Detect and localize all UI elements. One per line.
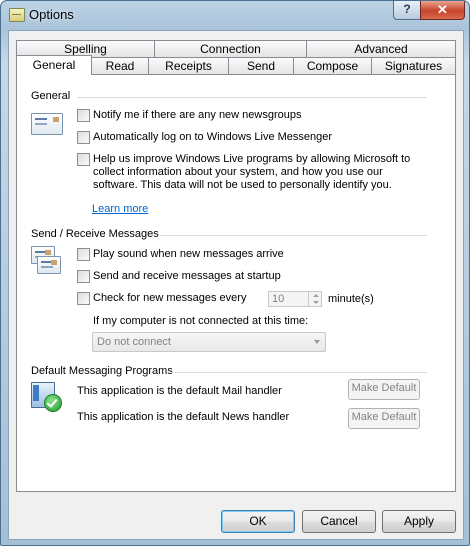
cancel-button[interactable]: Cancel <box>302 510 376 533</box>
chevron-down-icon <box>314 340 320 344</box>
general-group-heading: General <box>31 90 71 102</box>
tab-compose[interactable]: Compose <box>293 57 372 74</box>
check-new-messages-label: Check for new messages every <box>93 292 247 304</box>
title-bar[interactable]: Options ? ✕ <box>1 1 469 29</box>
make-default-news-button[interactable]: Make Default <box>348 408 420 429</box>
send-receive-group-divider <box>160 235 427 236</box>
auto-logon-messenger-label: Automatically log on to Windows Live Mes… <box>93 131 333 143</box>
tab-receipts[interactable]: Receipts <box>148 57 229 74</box>
check-new-messages-checkbox[interactable] <box>77 292 90 305</box>
play-sound-label: Play sound when new messages arrive <box>93 248 284 260</box>
default-programs-group-divider <box>171 372 427 373</box>
close-button[interactable]: ✕ <box>420 1 465 20</box>
not-connected-label: If my computer is not connected at this … <box>93 315 309 327</box>
auto-logon-messenger-checkbox[interactable] <box>77 131 90 144</box>
apply-button[interactable]: Apply <box>382 510 456 533</box>
help-button[interactable]: ? <box>393 1 421 20</box>
chevron-down-icon[interactable] <box>313 301 319 304</box>
notify-newsgroups-label: Notify me if there are any new newsgroup… <box>93 109 302 121</box>
help-improve-checkbox[interactable] <box>77 153 90 166</box>
chevron-up-icon[interactable] <box>313 294 319 297</box>
options-app-icon <box>9 8 25 22</box>
tab-advanced[interactable]: Advanced <box>306 40 456 57</box>
tab-read[interactable]: Read <box>91 57 149 74</box>
tab-signatures[interactable]: Signatures <box>371 57 456 74</box>
check-interval-input[interactable]: 10 <box>268 291 309 307</box>
general-group-divider <box>77 97 427 98</box>
learn-more-link[interactable]: Learn more <box>92 203 148 215</box>
not-connected-select[interactable]: Do not connect <box>92 332 326 352</box>
interval-unit-label: minute(s) <box>328 293 374 305</box>
default-news-label: This application is the default News han… <box>77 411 290 423</box>
check-interval-stepper[interactable] <box>308 291 322 307</box>
send-receive-startup-checkbox[interactable] <box>77 270 90 283</box>
dialog-body: Spelling Connection Advanced General Rea… <box>8 30 464 540</box>
send-receive-group-heading: Send / Receive Messages <box>31 228 159 240</box>
general-tab-panel: General Notify me if there are any new n… <box>16 74 456 492</box>
notify-newsgroups-checkbox[interactable] <box>77 109 90 122</box>
not-connected-select-value: Do not connect <box>97 336 171 348</box>
default-mail-label: This application is the default Mail han… <box>77 385 282 397</box>
tab-connection[interactable]: Connection <box>154 40 307 57</box>
make-default-mail-button[interactable]: Make Default <box>348 379 420 400</box>
window-title: Options <box>29 7 74 22</box>
play-sound-checkbox[interactable] <box>77 248 90 261</box>
send-receive-startup-label: Send and receive messages at startup <box>93 270 281 282</box>
default-programs-group-heading: Default Messaging Programs <box>31 365 173 377</box>
options-window: Options ? ✕ Spelling Connection Advanced… <box>0 0 470 546</box>
tab-general[interactable]: General <box>16 55 92 75</box>
help-improve-label: Help us improve Windows Live programs by… <box>93 153 411 191</box>
tab-send[interactable]: Send <box>228 57 294 74</box>
ok-button[interactable]: OK <box>221 510 295 533</box>
